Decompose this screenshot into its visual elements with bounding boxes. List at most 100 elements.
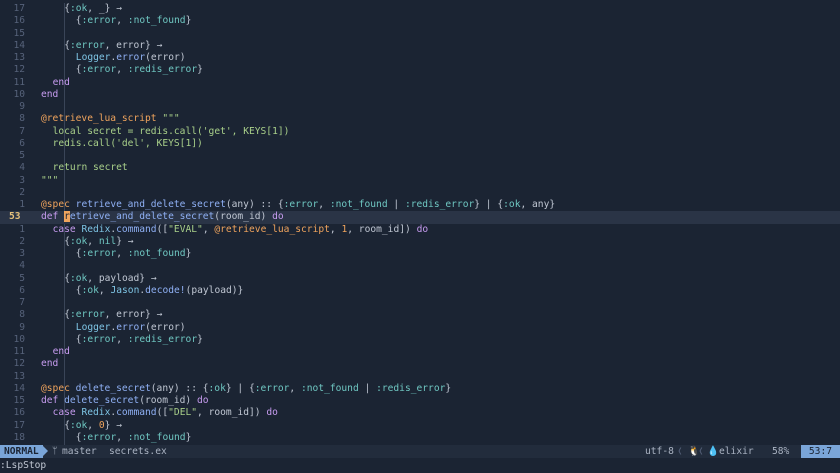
- code-token: "EVAL": [168, 223, 203, 235]
- code-token: , room_id]): [347, 223, 417, 235]
- code-token: (any) :: {: [225, 199, 284, 210]
- line-number: 2: [19, 186, 25, 198]
- code-token: :redis_error: [376, 382, 446, 394]
- code-text: {:ok, nil} →: [64, 236, 133, 248]
- scroll-percent: 58%: [772, 446, 790, 457]
- code-token: (error): [145, 52, 186, 63]
- code-token: etrieve_and_delete_secret: [69, 211, 215, 223]
- code-lines[interactable]: 17 {:ok, _} → 16 {:error, :not_found} 15 14 {:…: [0, 3, 840, 444]
- elixir-drop-icon: 💧: [707, 446, 719, 457]
- code-line[interactable]: 8 @retrieve_lua_script """: [0, 113, 840, 125]
- code-line[interactable]: 3 """: [0, 175, 840, 187]
- code-line[interactable]: 8 {:error, error} →: [0, 309, 840, 321]
- code-token: :error: [81, 431, 117, 443]
- line-number: 12: [13, 358, 25, 370]
- code-line[interactable]: 5: [0, 150, 840, 162]
- code-text: Logger.error(error): [76, 52, 186, 64]
- code-line[interactable]: 10 {:error, :redis_error}: [0, 334, 840, 346]
- code-token: :error: [69, 39, 105, 51]
- code-token: ,: [116, 248, 128, 259]
- code-line[interactable]: 12 end: [0, 358, 840, 370]
- line-number: 17: [13, 419, 25, 431]
- code-token: decode!: [145, 284, 186, 296]
- code-line[interactable]: 15: [0, 28, 840, 40]
- code-token: command: [116, 407, 157, 419]
- code-text: {:ok, payload} →: [64, 273, 156, 285]
- code-token: :ok: [503, 199, 521, 210]
- code-token: """: [162, 113, 180, 125]
- code-line[interactable]: 7 local secret = redis.call('get', KEYS[1…: [0, 126, 840, 138]
- code-line[interactable]: 2: [0, 187, 840, 199]
- code-token: @spec: [41, 199, 70, 210]
- code-text: {:error, error} →: [64, 309, 162, 321]
- current-line[interactable]: 53 def retrieve_and_delete_secret(room_id…: [0, 211, 840, 224]
- code-text: def delete_secret(room_id) do: [41, 395, 209, 407]
- code-token: ,: [202, 223, 215, 235]
- separator-icon: ❬: [698, 446, 704, 457]
- code-line[interactable]: 15 def delete_secret(room_id) do: [0, 395, 840, 407]
- line-number: 9: [19, 101, 25, 112]
- code-line[interactable]: 13 Logger.error(error): [0, 52, 840, 64]
- code-token: end: [52, 76, 70, 88]
- code-token: :error: [81, 333, 117, 345]
- code-line[interactable]: 11 end: [0, 346, 840, 358]
- code-line[interactable]: 1 @spec retrieve_and_delete_secret(any) :…: [0, 199, 840, 211]
- code-line[interactable]: 9: [0, 101, 840, 113]
- code-text: end: [41, 89, 58, 101]
- status-line: NORMAL ᛘ master secrets.ex utf-8 ❬ 🐧 ❬ 💧…: [0, 445, 840, 458]
- code-token: }: [445, 382, 452, 394]
- code-token: :not_found: [127, 431, 186, 443]
- code-text: {:ok, Jason.decode!(payload)}: [76, 285, 244, 297]
- code-text: return secret: [53, 162, 128, 174]
- code-line[interactable]: 17 {:ok, _} →: [0, 3, 840, 15]
- code-line[interactable]: 2 {:ok, nil} →: [0, 236, 840, 248]
- code-token: ,: [116, 333, 128, 345]
- code-token: :error: [69, 309, 105, 321]
- code-line[interactable]: 4 return secret: [0, 162, 840, 174]
- code-line[interactable]: 14 {:error, error} →: [0, 40, 840, 52]
- code-line[interactable]: 18 {:error, :not_found}: [0, 432, 840, 444]
- code-line[interactable]: 16 case Redix.command(["DEL", room_id]) d…: [0, 407, 840, 419]
- line-number: 5: [19, 272, 25, 284]
- code-line[interactable]: 6 redis.call('del', KEYS[1]): [0, 138, 840, 150]
- code-token: def: [41, 211, 59, 223]
- code-line[interactable]: 17 {:ok, 0} →: [0, 420, 840, 432]
- code-token: delete_secret: [64, 395, 140, 406]
- command-line[interactable]: :LspStop: [0, 458, 840, 473]
- code-line[interactable]: 11 end: [0, 77, 840, 89]
- line-number: 5: [19, 150, 25, 161]
- code-line[interactable]: 13: [0, 371, 840, 383]
- code-line[interactable]: 3 {:error, :not_found}: [0, 248, 840, 260]
- line-number: 3: [19, 248, 25, 259]
- code-text: end: [53, 77, 70, 89]
- code-token: |: [387, 199, 405, 210]
- code-token: do: [416, 223, 429, 235]
- editor-buffer[interactable]: 17 {:ok, _} → 16 {:error, :not_found} 15 14 {:…: [0, 3, 840, 445]
- code-line[interactable]: 7: [0, 297, 840, 309]
- code-line[interactable]: 16 {:error, :not_found}: [0, 15, 840, 27]
- code-line[interactable]: 1 case Redix.command(["EVAL", @retrieve_l…: [0, 224, 840, 236]
- code-token: ,: [98, 284, 111, 296]
- code-text: """: [41, 175, 58, 187]
- code-token: case: [52, 223, 76, 235]
- cursor-position: 53:7: [800, 445, 840, 458]
- line-number: 2: [19, 235, 25, 247]
- code-line[interactable]: 9 Logger.error(error): [0, 322, 840, 334]
- code-token: }: [197, 64, 203, 76]
- code-line[interactable]: 10 end: [0, 89, 840, 101]
- code-token: :redis_error: [127, 333, 198, 345]
- code-line[interactable]: 4: [0, 260, 840, 272]
- code-text: local secret = redis.call('get', KEYS[1]…: [53, 126, 290, 138]
- code-line[interactable]: 6 {:ok, Jason.decode!(payload)}: [0, 285, 840, 297]
- code-token: :error: [283, 199, 319, 210]
- separator-icon: ❬: [677, 446, 683, 457]
- code-token: }: [185, 431, 192, 443]
- code-token: ,: [116, 431, 128, 443]
- code-line[interactable]: 12 {:error, :redis_error}: [0, 64, 840, 76]
- line-number: 7: [19, 297, 25, 308]
- code-text: @spec retrieve_and_delete_secret(any) ::…: [41, 199, 555, 211]
- code-token: (any) :: {: [150, 382, 209, 394]
- code-text: end: [41, 358, 58, 370]
- code-line[interactable]: 5 {:ok, payload} →: [0, 273, 840, 285]
- code-line[interactable]: 14 @spec delete_secret(any) :: {:ok} | {:…: [0, 383, 840, 395]
